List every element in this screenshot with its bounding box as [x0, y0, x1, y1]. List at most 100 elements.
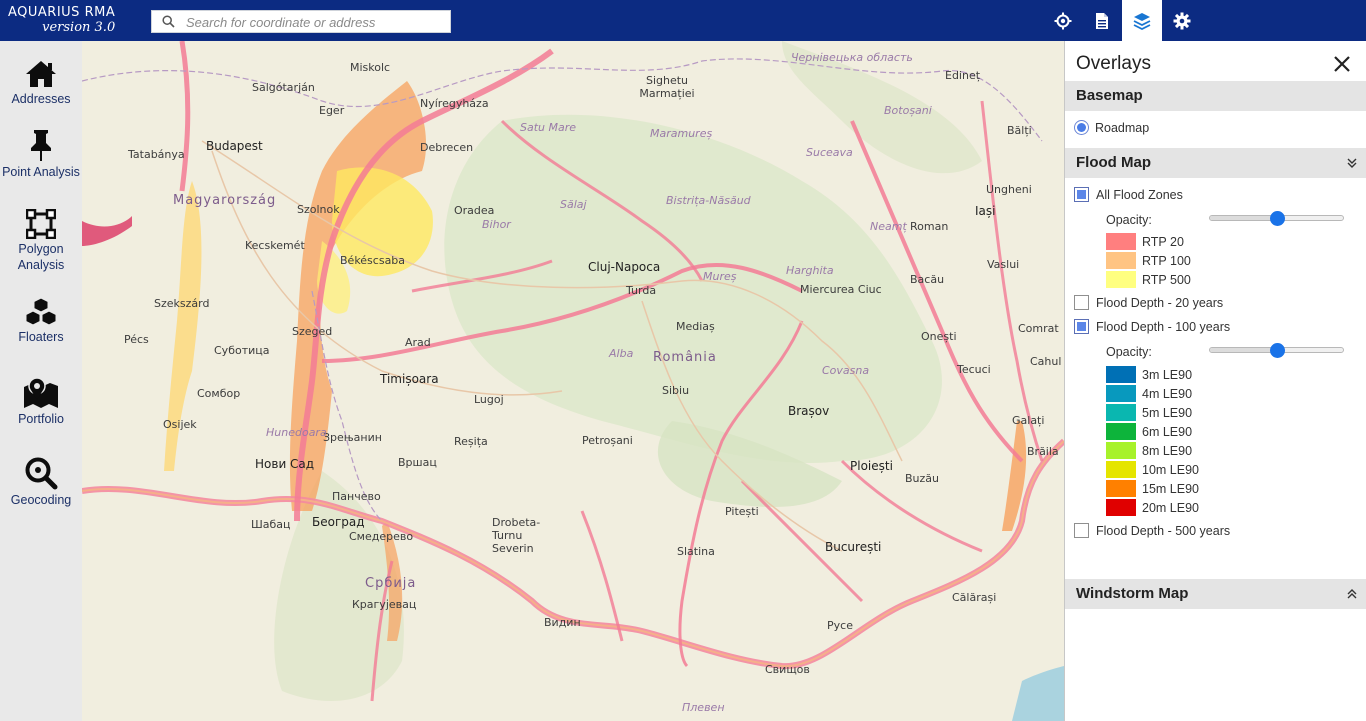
flood-section-header[interactable]: Flood Map [1065, 148, 1366, 178]
map-label: Turda [626, 284, 657, 297]
legend-swatch [1106, 366, 1136, 383]
flood-depth-100-toggle[interactable]: Flood Depth - 100 years [1074, 319, 1230, 334]
map-label: Сомбор [197, 387, 241, 400]
map-label: Lugoj [474, 393, 504, 406]
document-button[interactable] [1082, 0, 1122, 41]
legend-swatch [1106, 423, 1136, 440]
map-label: Comrat [1018, 322, 1059, 335]
map-label: Свищов [765, 663, 810, 676]
map-label: Cluj-Napoca [588, 260, 661, 274]
checkbox[interactable] [1074, 523, 1089, 538]
flood-depth-opacity-slider[interactable] [1209, 343, 1344, 358]
map-canvas[interactable]: Miskolc Salgótarján Eger Nyíregyháza Bud… [82, 41, 1064, 721]
legend-label: 5m LE90 [1142, 405, 1193, 420]
legend-label: 3m LE90 [1142, 367, 1193, 382]
map-label: Reșița [454, 435, 488, 448]
legend-label: 8m LE90 [1142, 443, 1193, 458]
search-input[interactable] [186, 13, 446, 31]
chevron-up-icon[interactable] [1346, 587, 1358, 605]
flood-depth-20-toggle[interactable]: Flood Depth - 20 years [1074, 295, 1223, 310]
option-label: All Flood Zones [1096, 187, 1183, 202]
checkbox[interactable] [1074, 295, 1089, 310]
map-label: Зрењанин [323, 431, 382, 444]
map-label: Neamț [870, 220, 907, 233]
map-label: Maramureș [650, 127, 713, 140]
map-label: Buzău [905, 472, 940, 485]
section-title: Basemap [1076, 87, 1143, 104]
map-label: Шабац [251, 518, 291, 531]
map-label: Вршац [398, 456, 437, 469]
nav-point-analysis[interactable]: Point Analysis [0, 128, 82, 180]
chevron-down-icon[interactable] [1346, 156, 1358, 174]
map-label: Călărași [952, 591, 997, 604]
map-label: Brașov [788, 404, 830, 418]
all-flood-zones-toggle[interactable]: All Flood Zones [1074, 187, 1183, 202]
legend-item: 3m LE90 [1106, 366, 1192, 383]
search-box[interactable] [151, 10, 451, 33]
legend-item: 5m LE90 [1106, 404, 1192, 421]
map-label: Cahul [1030, 355, 1062, 368]
map-label: Mureș [703, 270, 737, 283]
legend-item: 10m LE90 [1106, 461, 1199, 478]
windstorm-section-header[interactable]: Windstorm Map [1065, 579, 1366, 609]
close-button[interactable] [1329, 51, 1355, 77]
map-label: Ploiești [850, 459, 893, 473]
map-label: Bistrița-Năsăud [666, 194, 751, 207]
basemap-option-roadmap[interactable]: Roadmap [1074, 120, 1149, 135]
map-label: Суботица [214, 344, 270, 357]
nav-label: Floaters [18, 330, 64, 344]
nav-portfolio[interactable]: Portfolio [0, 377, 82, 427]
close-icon [1334, 56, 1350, 72]
legend-item: RTP 20 [1106, 233, 1184, 250]
map-label: Pécs [124, 333, 149, 346]
locate-icon [1054, 12, 1072, 29]
map-label: Miskolc [350, 61, 391, 74]
map-label: România [653, 350, 717, 365]
map-label: Szeged [292, 325, 333, 338]
locate-button[interactable] [1043, 0, 1083, 41]
map-label: Békéscsaba [340, 254, 406, 267]
legend-swatch [1106, 233, 1136, 250]
slider-fill [1210, 216, 1277, 220]
app-version: version 3.0 [42, 20, 116, 35]
map-label: Oradea [454, 204, 495, 217]
radio-selected[interactable] [1074, 120, 1089, 135]
map-label: Szekszárd [154, 297, 210, 310]
settings-button[interactable] [1162, 0, 1202, 41]
search-icon [162, 15, 175, 33]
checkbox[interactable] [1074, 319, 1089, 334]
map-label: Galați [1012, 414, 1045, 427]
map-label: Satu Mare [520, 121, 577, 134]
map-label: Magyarország [173, 193, 277, 208]
map-label: Sibiu [662, 384, 690, 397]
map-label: Petroșani [582, 434, 633, 447]
map-label: Edineț [945, 69, 981, 82]
overlays-panel: Overlays Basemap Roadmap Flood Map All F… [1064, 41, 1366, 721]
legend-swatch [1106, 480, 1136, 497]
nav-label: Addresses [11, 92, 71, 106]
nav-polygon-analysis[interactable]: Polygon Analysis [0, 209, 82, 273]
layers-icon [1133, 12, 1151, 30]
map-label: Mediaș [676, 320, 715, 333]
slider-thumb[interactable] [1269, 343, 1285, 358]
map-label: Botoșani [884, 104, 932, 117]
map-label: Eger [319, 104, 345, 117]
nav-floaters[interactable]: Floaters [0, 297, 82, 345]
option-label: Roadmap [1095, 120, 1150, 135]
map-label: Панчево [332, 490, 381, 503]
map-label: Iași [975, 204, 996, 218]
map-label: Смедерево [349, 530, 414, 543]
map-label: Vaslui [987, 258, 1020, 271]
checkbox[interactable] [1074, 187, 1089, 202]
slider-thumb[interactable] [1269, 211, 1285, 226]
flood-zones-opacity-slider[interactable] [1209, 211, 1344, 226]
slider-fill [1210, 348, 1277, 352]
nav-addresses[interactable]: Addresses [0, 59, 82, 107]
panel-title: Overlays [1076, 53, 1151, 74]
map-label: București [825, 540, 882, 554]
layers-button[interactable] [1122, 0, 1162, 41]
nav-geocoding[interactable]: Geocoding [0, 456, 82, 508]
flood-depth-500-toggle[interactable]: Flood Depth - 500 years [1074, 523, 1230, 538]
legend-item: 6m LE90 [1106, 423, 1192, 440]
map-label: Budapest [206, 139, 263, 153]
